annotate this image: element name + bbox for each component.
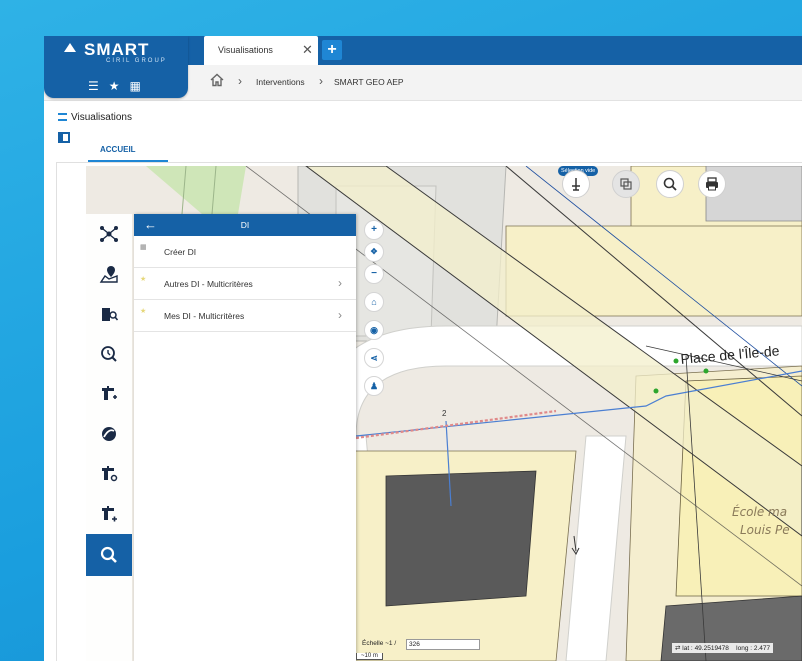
brand-logo[interactable]: SMART CIRIL GROUP ☰ ★ ▦ [44,36,188,98]
lat-label: lat : [682,645,693,652]
search-tool-button[interactable] [86,534,132,576]
brand-name: SMART [84,40,150,59]
page-title: Visualisations [58,112,132,123]
faucet-add-icon [102,386,117,400]
map-school-label-2: Louis Pe [740,523,790,537]
di-menu-item-label: Créer DI [164,247,197,257]
layers-icon [620,178,632,190]
home-view-icon[interactable]: ⌂ [364,292,384,312]
magnifier-icon [663,177,677,191]
panel-toggle-icon[interactable] [58,132,70,143]
search-icon [100,546,117,563]
faucet-plus-icon [102,506,117,522]
tool-sidebar [86,214,132,661]
grid-icon[interactable]: ▦ [130,80,141,92]
scale-input[interactable]: 326 [406,639,480,650]
building-search-tool-button[interactable] [86,294,132,334]
menu-icon[interactable]: ☰ [88,80,99,92]
printer-icon [706,177,718,191]
zoom-out-button[interactable]: − [364,264,384,284]
tab-visualisations[interactable]: Visualisations ✕ [204,36,318,65]
list-icon [58,113,67,121]
close-icon[interactable]: ✕ [302,42,313,58]
map-parcel-number: 2 [442,409,447,418]
network-tool-button[interactable] [86,214,132,254]
scale-bar: ~10 m [356,653,383,660]
logo-triangle-icon [64,43,76,52]
long-value: 2.477 [753,645,771,652]
street-view-icon[interactable]: ♟ [364,376,384,396]
network-icon [100,226,118,242]
map-toolbar: Sélection vide [554,166,754,206]
form-icon: ▦ [140,244,147,251]
valve-icon [102,427,116,441]
history-search-tool-button[interactable] [86,334,132,374]
chevron-right-icon: › [319,74,323,88]
map-pin-icon [99,266,118,283]
print-button[interactable] [698,170,726,198]
di-menu-item-creer[interactable]: ▦ Créer DI [134,236,356,268]
tab-accueil[interactable]: ACCUEIL [100,145,136,154]
scale-label: Échelle ~1 / [362,640,397,647]
pan-icon[interactable]: ✥ [364,242,384,262]
di-menu-item-autres[interactable]: ★ Autres DI - Multicritères › [134,268,356,300]
breadcrumb-item-interventions[interactable]: Interventions [256,77,305,87]
faucet-gear-icon [102,466,118,482]
chevron-right-icon: › [338,308,342,322]
share-icon[interactable]: ⋖ [364,348,384,368]
chevron-right-icon: › [338,276,342,290]
tab-label: Visualisations [218,45,273,55]
pointer-icon [572,178,580,191]
di-panel: ← DI ▦ Créer DI ★ Autres DI - Multicritè… [134,214,356,661]
di-panel-title: DI [240,220,250,230]
lat-value: 49.2519478 [694,645,729,652]
brand-tagline: CIRIL GROUP [106,58,167,64]
breadcrumb-item-smart-geo-aep[interactable]: SMART GEO AEP [334,77,404,87]
star-icon[interactable]: ★ [109,80,120,92]
coordinates-readout: ⇄ lat : 49.2519478 long : 2.477 [672,643,774,653]
di-menu-item-mes[interactable]: ★ Mes DI - Multicritères › [134,300,356,332]
map-school-label-1: École ma [732,504,787,519]
zoom-in-button[interactable]: + [364,220,384,240]
layers-button[interactable] [612,170,640,198]
app-window: SMART CIRIL GROUP ☰ ★ ▦ Visualisations ✕… [44,36,802,661]
star-icon: ★ [140,308,147,315]
add-tab-button[interactable]: + [322,40,342,60]
map-location-tool-button[interactable] [86,254,132,294]
long-label: long : [736,645,753,652]
building-search-icon [102,308,119,321]
map-nav-controls: + ✥ − ⌂ ◉ ⋖ ♟ [364,220,386,420]
di-menu-item-label: Mes DI - Multicritères [164,311,245,321]
di-menu-item-label: Autres DI - Multicritères [164,279,253,289]
home-icon[interactable] [210,73,224,87]
locate-icon[interactable]: ◉ [364,320,384,340]
chevron-right-icon: › [238,74,242,88]
hydrant-add-tool-button[interactable] [86,374,132,414]
selection-tool-button[interactable] [562,170,590,198]
hydrant-settings-tool-button[interactable] [86,454,132,494]
star-icon: ★ [140,276,147,283]
hydrant-add-2-tool-button[interactable] [86,494,132,534]
search-history-icon [101,346,117,362]
zoom-search-button[interactable] [656,170,684,198]
valve-tool-button[interactable] [86,414,132,454]
di-panel-header: ← DI [134,214,356,236]
